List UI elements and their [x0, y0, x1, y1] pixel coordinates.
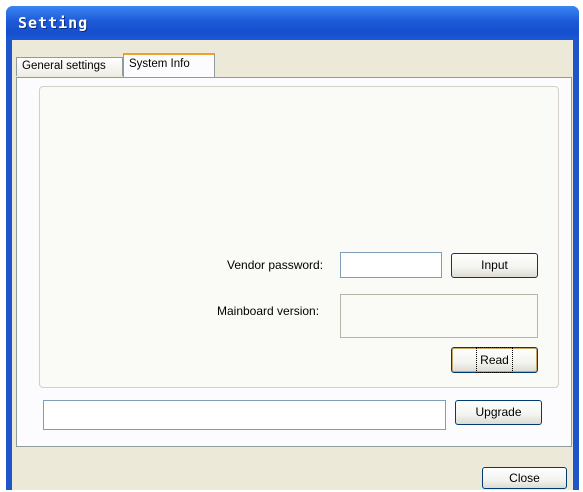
read-button[interactable]: Read	[451, 347, 538, 373]
setting-window: Setting General settings System Info Ven…	[6, 6, 579, 490]
window-title: Setting	[18, 14, 89, 32]
mainboard-version-field	[340, 294, 538, 338]
input-button[interactable]: Input	[451, 253, 538, 278]
system-info-panel: Vendor password: Input Mainboard version…	[16, 77, 572, 447]
mainboard-version-label: Mainboard version:	[217, 304, 320, 318]
system-info-groupbox: Vendor password: Input Mainboard version…	[39, 86, 559, 388]
close-button-label: Close	[509, 471, 540, 485]
upgrade-path-field[interactable]	[43, 400, 446, 430]
dialog-client-area: General settings System Info Vendor pass…	[12, 40, 573, 490]
vendor-password-field[interactable]	[340, 252, 442, 278]
tab-system-info[interactable]: System Info	[123, 53, 215, 77]
title-bar[interactable]: Setting	[6, 6, 579, 40]
upgrade-button[interactable]: Upgrade	[455, 400, 542, 425]
input-button-label: Input	[481, 258, 508, 272]
tab-general-settings[interactable]: General settings	[16, 57, 123, 76]
upgrade-button-label: Upgrade	[475, 405, 522, 419]
vendor-password-label: Vendor password:	[227, 258, 324, 272]
close-button[interactable]: Close	[482, 467, 567, 489]
read-button-label: Read	[476, 347, 513, 373]
